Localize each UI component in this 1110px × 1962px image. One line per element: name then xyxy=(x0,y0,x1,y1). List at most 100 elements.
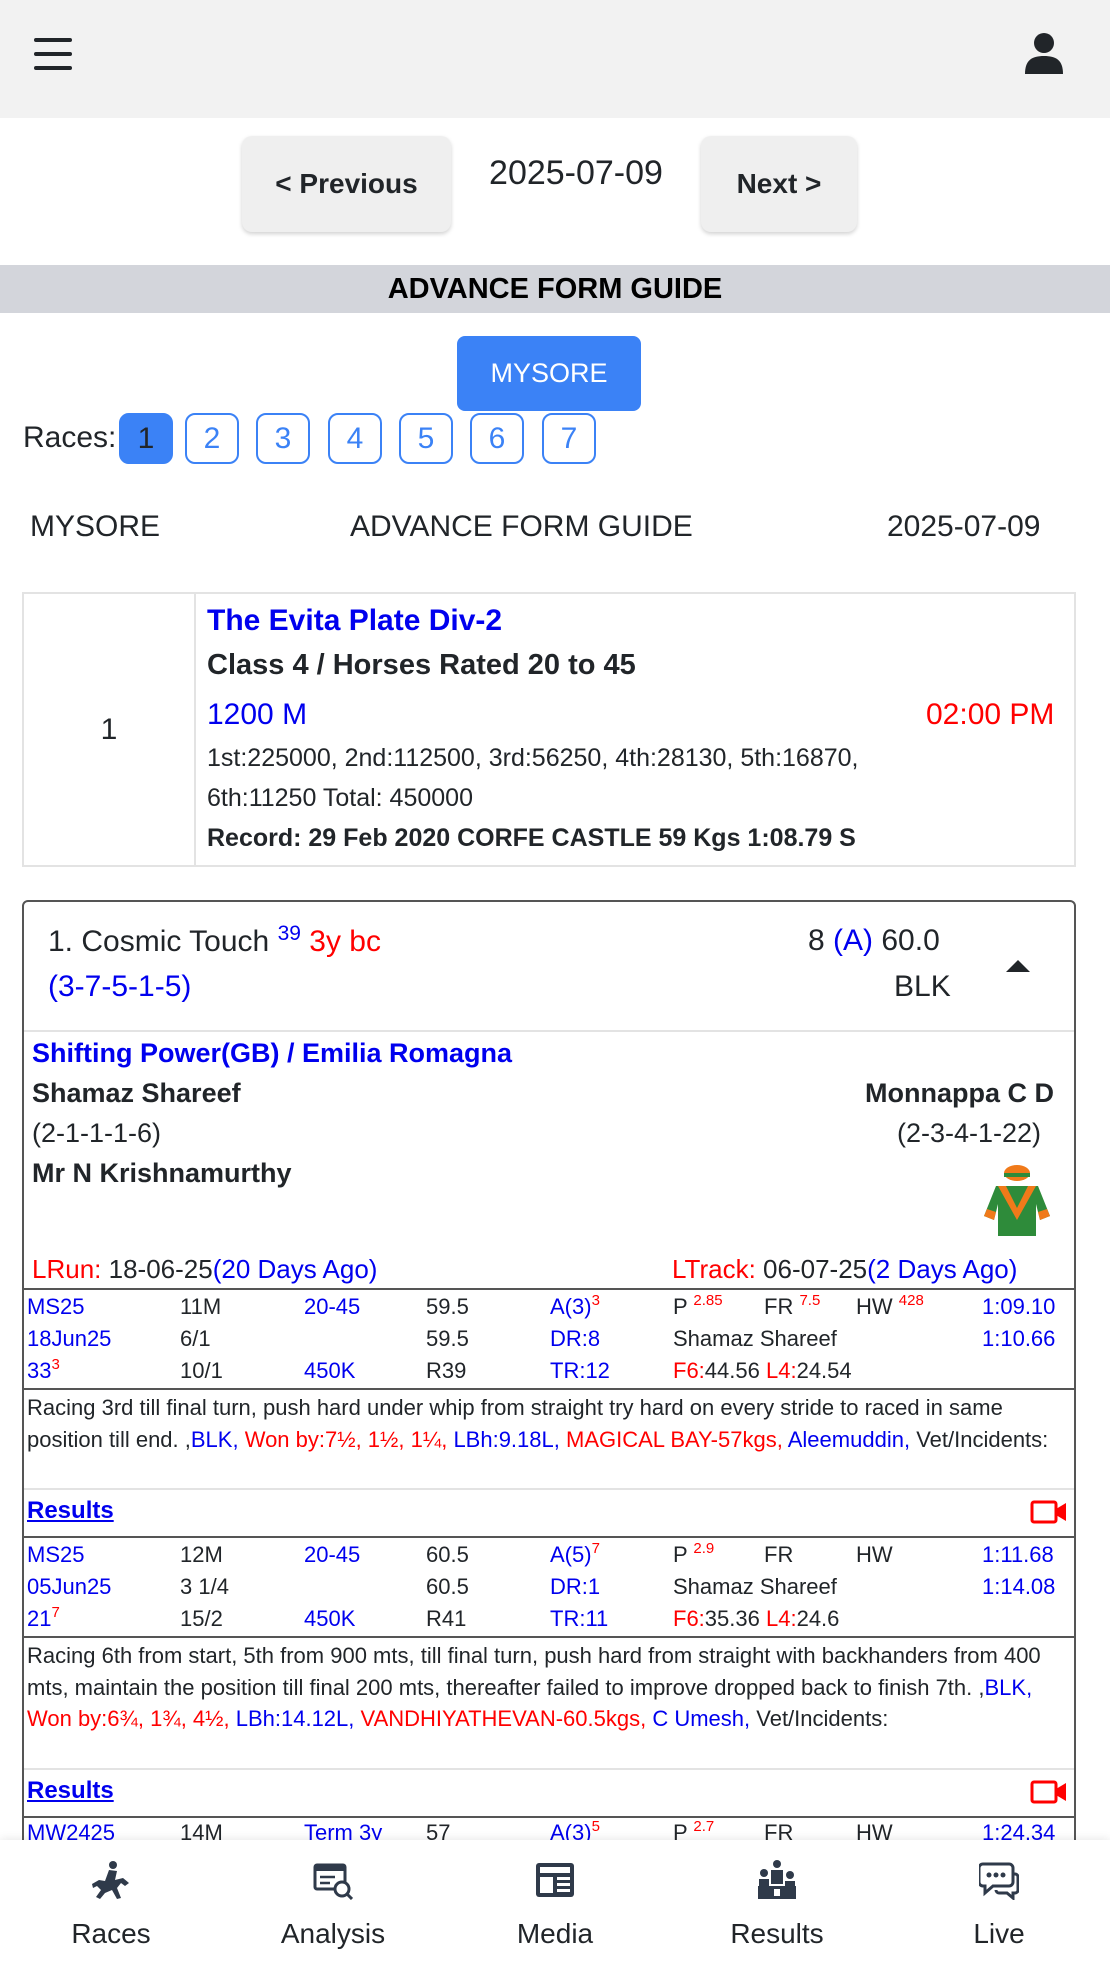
race-prizes-line1: 1st:225000, 2nd:112500, 3rd:56250, 4th:2… xyxy=(207,744,859,772)
nav-races[interactable]: Races xyxy=(0,1840,222,1962)
run-fr: FR 7.5 xyxy=(764,1292,821,1319)
races-label: Races: xyxy=(23,421,117,454)
nav-results[interactable]: Results xyxy=(666,1840,888,1962)
horse-card: 1. Cosmic Touch 39 3y bc (3-7-5-1-5) 8 (… xyxy=(22,900,1076,1962)
horse-rider-icon xyxy=(91,1860,131,1900)
horse-age-sex: 3y bc xyxy=(309,925,381,958)
run-draw: DR:1 xyxy=(550,1574,601,1599)
horse-name: 1. Cosmic Touch xyxy=(48,925,270,958)
last-track-date: 06-07-25 xyxy=(763,1254,868,1284)
nav-label: Media xyxy=(516,1918,594,1949)
last-run-date: 18-06-25 xyxy=(108,1254,213,1284)
horse-name-line: 1. Cosmic Touch 39 3y bc xyxy=(48,922,381,959)
race-info-box: 1 The Evita Plate Div-2 Class 4 / Horses… xyxy=(22,592,1076,867)
run-rating: R41 xyxy=(426,1606,467,1631)
jockey-stats: (2-3-4-1-22) xyxy=(897,1118,1042,1148)
run-separator xyxy=(24,1288,1074,1290)
guide-title: ADVANCE FORM GUIDE xyxy=(350,510,693,543)
previous-date-button[interactable]: < Previous xyxy=(242,136,451,232)
run-margin: 6/1 xyxy=(180,1326,211,1351)
run-comment: Racing 3rd till final turn, push hard un… xyxy=(27,1395,1049,1452)
run-sectionals: F6:35.36 L4:24.6 xyxy=(673,1606,840,1631)
race-tab-2[interactable]: 2 xyxy=(185,413,239,464)
horse-rating: 39 xyxy=(277,922,301,945)
last-track-label: LTrack: xyxy=(672,1254,756,1284)
run-weight-2: 59.5 xyxy=(426,1326,469,1351)
run-fr: FR xyxy=(764,1542,794,1567)
horse-pedigree: Shifting Power(GB) / Emilia Romagna xyxy=(32,1038,513,1068)
results-podium-icon xyxy=(757,1860,797,1900)
run-hw: HW 428 xyxy=(856,1292,924,1319)
run-separator xyxy=(24,1388,1074,1390)
run-date: 18Jun25 xyxy=(27,1326,112,1351)
race-record: Record: 29 Feb 2020 CORFE CASTLE 59 Kgs … xyxy=(207,824,856,852)
top-bar xyxy=(0,0,1110,118)
run-distance: 12M xyxy=(180,1542,223,1567)
user-icon[interactable] xyxy=(1024,32,1064,76)
nav-live[interactable]: Live xyxy=(888,1840,1110,1962)
race-name: The Evita Plate Div-2 xyxy=(207,604,503,637)
nav-label: Analysis xyxy=(280,1918,386,1949)
run-sectionals: F6:44.56 L4:24.54 xyxy=(673,1358,852,1383)
video-camera-icon[interactable] xyxy=(1030,1499,1068,1525)
race-tab-4[interactable]: 4 xyxy=(328,413,382,464)
last-track-ago: (2 Days Ago) xyxy=(867,1254,1018,1284)
horse-equipment: BLK xyxy=(894,970,951,1003)
nav-label: Live xyxy=(973,1918,1025,1949)
horse-card-header[interactable]: 1. Cosmic Touch 39 3y bc (3-7-5-1-5) 8 (… xyxy=(24,902,1074,1032)
guide-date: 2025-07-09 xyxy=(887,510,1041,543)
run-weight-2: 60.5 xyxy=(426,1574,469,1599)
page-banner: ADVANCE FORM GUIDE xyxy=(0,265,1110,313)
race-tab-3[interactable]: 3 xyxy=(256,413,310,464)
run-time: 1:11.68 xyxy=(982,1542,1054,1567)
nav-media[interactable]: Media xyxy=(444,1840,666,1962)
run-position: 333 xyxy=(27,1356,60,1383)
run-margin: 3 1/4 xyxy=(180,1574,229,1599)
run-allowance: A(5)7 xyxy=(550,1540,600,1567)
last-run-ago: (20 Days Ago) xyxy=(212,1254,378,1284)
nav-analysis[interactable]: Analysis xyxy=(222,1840,444,1962)
run-code: MS25 xyxy=(27,1294,85,1319)
run-position: 217 xyxy=(27,1604,60,1631)
horse-recent-form: (3-7-5-1-5) xyxy=(48,970,192,1003)
run-jockey: Shamaz Shareef xyxy=(673,1326,837,1351)
race-prizes-line2: 6th:11250 Total: 450000 xyxy=(207,784,473,812)
hamburger-menu-icon[interactable] xyxy=(34,38,72,70)
race-tab-6[interactable]: 6 xyxy=(470,413,524,464)
last-run: LRun: 18-06-25(20 Days Ago) xyxy=(32,1254,377,1285)
run-draw: DR:8 xyxy=(550,1326,601,1351)
jockey-silks-icon xyxy=(982,1164,1052,1238)
run-stake: 450K xyxy=(304,1606,356,1631)
run-time: 1:09.10 xyxy=(982,1294,1056,1319)
run-allowance: A(3)3 xyxy=(550,1292,600,1319)
next-date-button[interactable]: Next > xyxy=(701,136,857,232)
live-chat-icon xyxy=(977,1860,1020,1902)
run-separator xyxy=(24,1636,1074,1638)
race-time: 02:00 PM xyxy=(926,698,1055,731)
race-class: Class 4 / Horses Rated 20 to 45 xyxy=(207,649,636,681)
nav-label: Races xyxy=(71,1918,151,1949)
race-distance: 1200 M xyxy=(207,698,308,731)
run-hw: HW xyxy=(856,1542,893,1567)
horse-weight: 60.0 xyxy=(881,924,940,957)
results-link[interactable]: Results xyxy=(27,1777,114,1805)
race-tab-1[interactable]: 1 xyxy=(119,413,173,464)
race-tab-7[interactable]: 7 xyxy=(542,413,596,464)
media-newspaper-icon xyxy=(535,1860,575,1900)
collapse-caret-icon[interactable] xyxy=(1006,960,1030,972)
race-tab-5[interactable]: 5 xyxy=(399,413,453,464)
results-link[interactable]: Results xyxy=(27,1497,114,1525)
run-weight: 60.5 xyxy=(426,1542,469,1567)
horse-apprentice: (A) xyxy=(833,924,874,957)
race-number: 1 xyxy=(24,594,196,865)
run-weight: 59.5 xyxy=(426,1294,469,1319)
run-tr: TR:12 xyxy=(550,1358,610,1383)
run-jockey: Shamaz Shareef xyxy=(673,1574,837,1599)
analysis-icon xyxy=(313,1860,354,1901)
jockey-name: Monnappa C D xyxy=(865,1078,1054,1108)
run-separator xyxy=(24,1768,1074,1770)
video-camera-icon[interactable] xyxy=(1030,1779,1068,1805)
run-date: 05Jun25 xyxy=(27,1574,112,1599)
run-separator xyxy=(24,1536,1074,1538)
venue-button[interactable]: MYSORE xyxy=(457,336,641,411)
